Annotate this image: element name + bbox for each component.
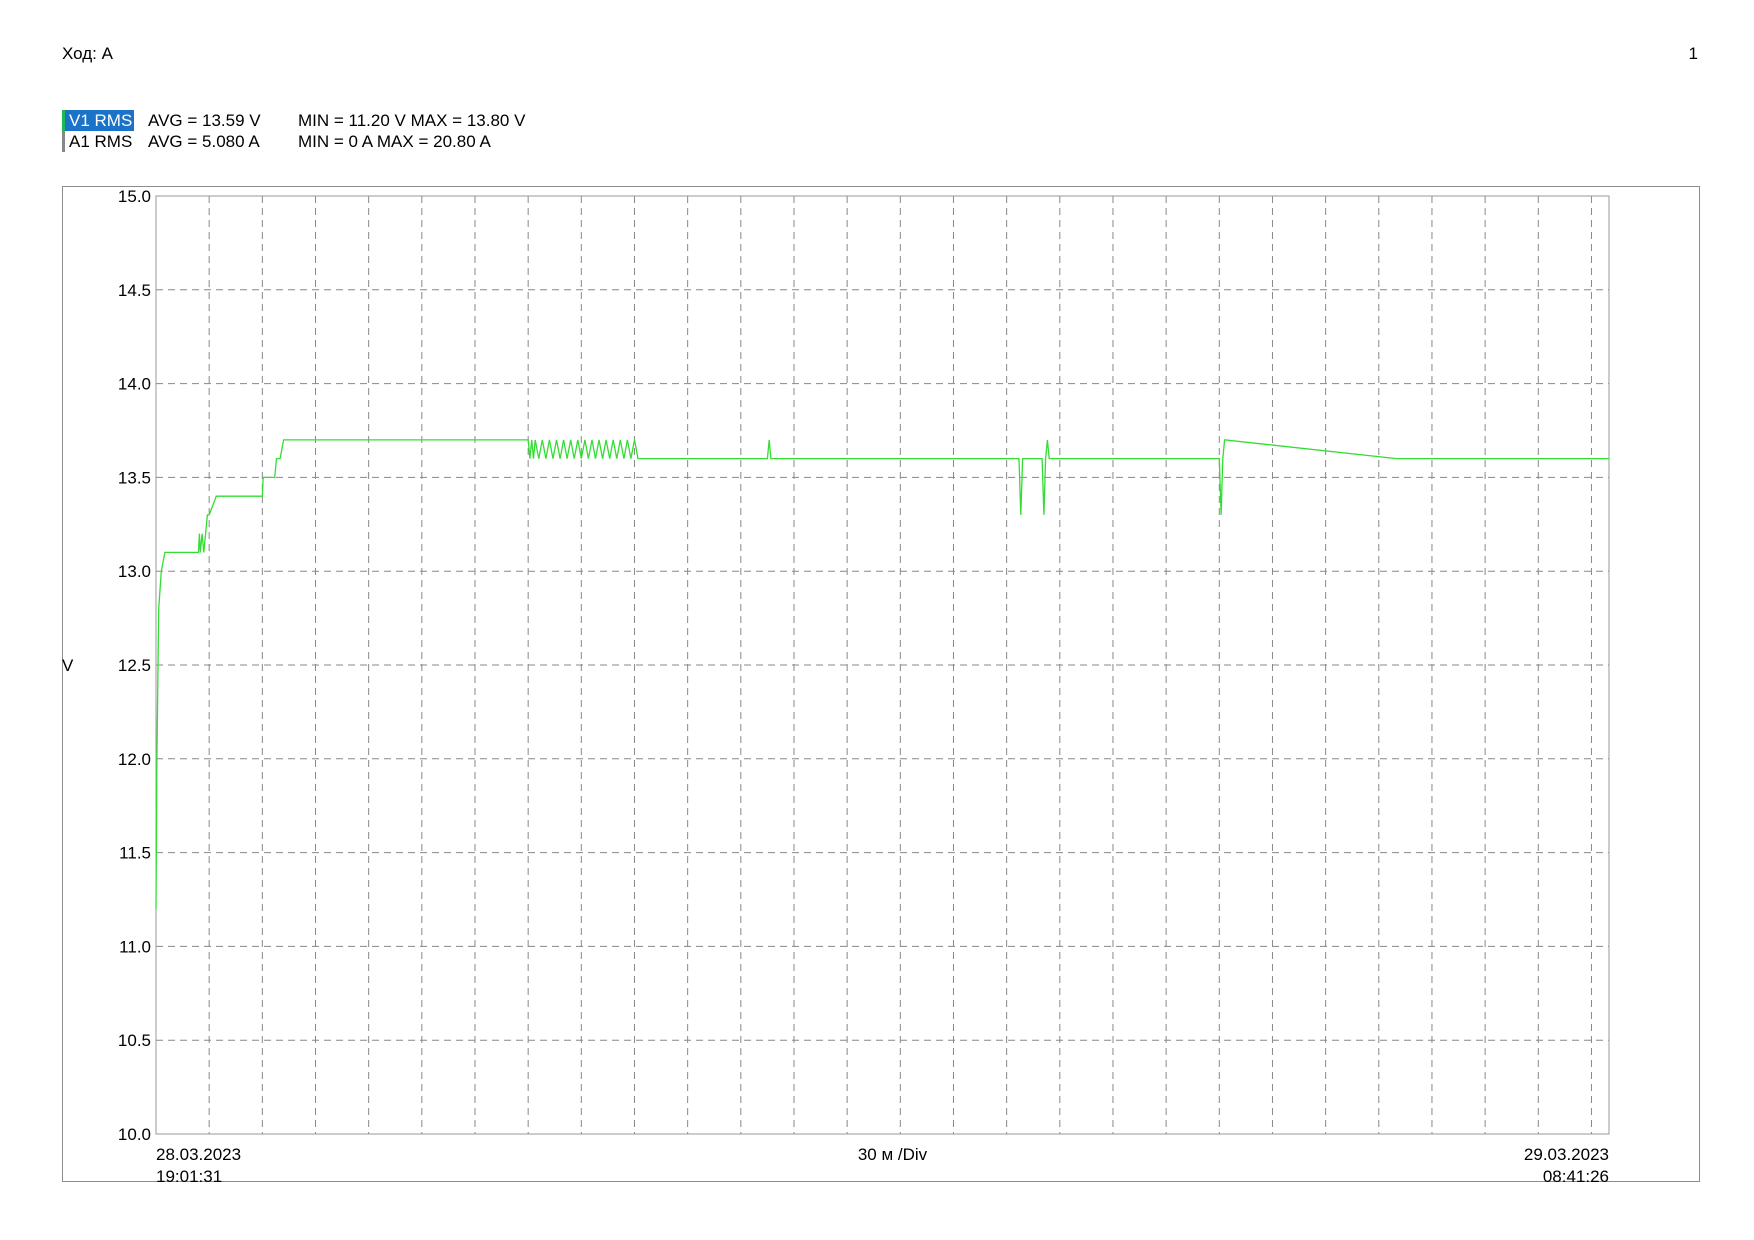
- y-tick-label: 10.5: [118, 1031, 151, 1050]
- y-tick-label: 13.0: [118, 562, 151, 581]
- y-tick-label: 14.0: [118, 375, 151, 394]
- label-layer: 15.0 14.5 14.0 13.5 13.0 12.5 12.0 11.5 11.0 10.5…: [62, 187, 1609, 1186]
- y-tick-label: 13.5: [118, 468, 151, 487]
- grid-layer: [156, 196, 1609, 1134]
- series-layer: [155, 439, 1609, 909]
- x-end-date: 29.03.2023: [1524, 1145, 1609, 1164]
- x-axis-label: 30 м /Div: [858, 1145, 928, 1164]
- voltage-chart: 15.0 14.5 14.0 13.5 13.0 12.5 12.0 11.5 11.0 10.5…: [62, 187, 1610, 1186]
- y-tick-label: 15.0: [118, 187, 151, 206]
- y-tick-label: 10.0: [118, 1125, 151, 1144]
- y-tick-label: 14.5: [118, 281, 151, 300]
- y-tick-label: 11.0: [119, 937, 151, 956]
- x-start-date: 28.03.2023: [156, 1145, 241, 1164]
- y-axis-label: V: [62, 656, 74, 675]
- y-tick-label: 12.5: [118, 656, 151, 675]
- x-end-time: 08:41:26: [1543, 1167, 1609, 1186]
- series-line-v1-rms: [155, 439, 1609, 909]
- x-start-time: 19:01:31: [156, 1167, 222, 1186]
- y-tick-label: 11.5: [119, 844, 151, 863]
- y-tick-label: 12.0: [118, 750, 151, 769]
